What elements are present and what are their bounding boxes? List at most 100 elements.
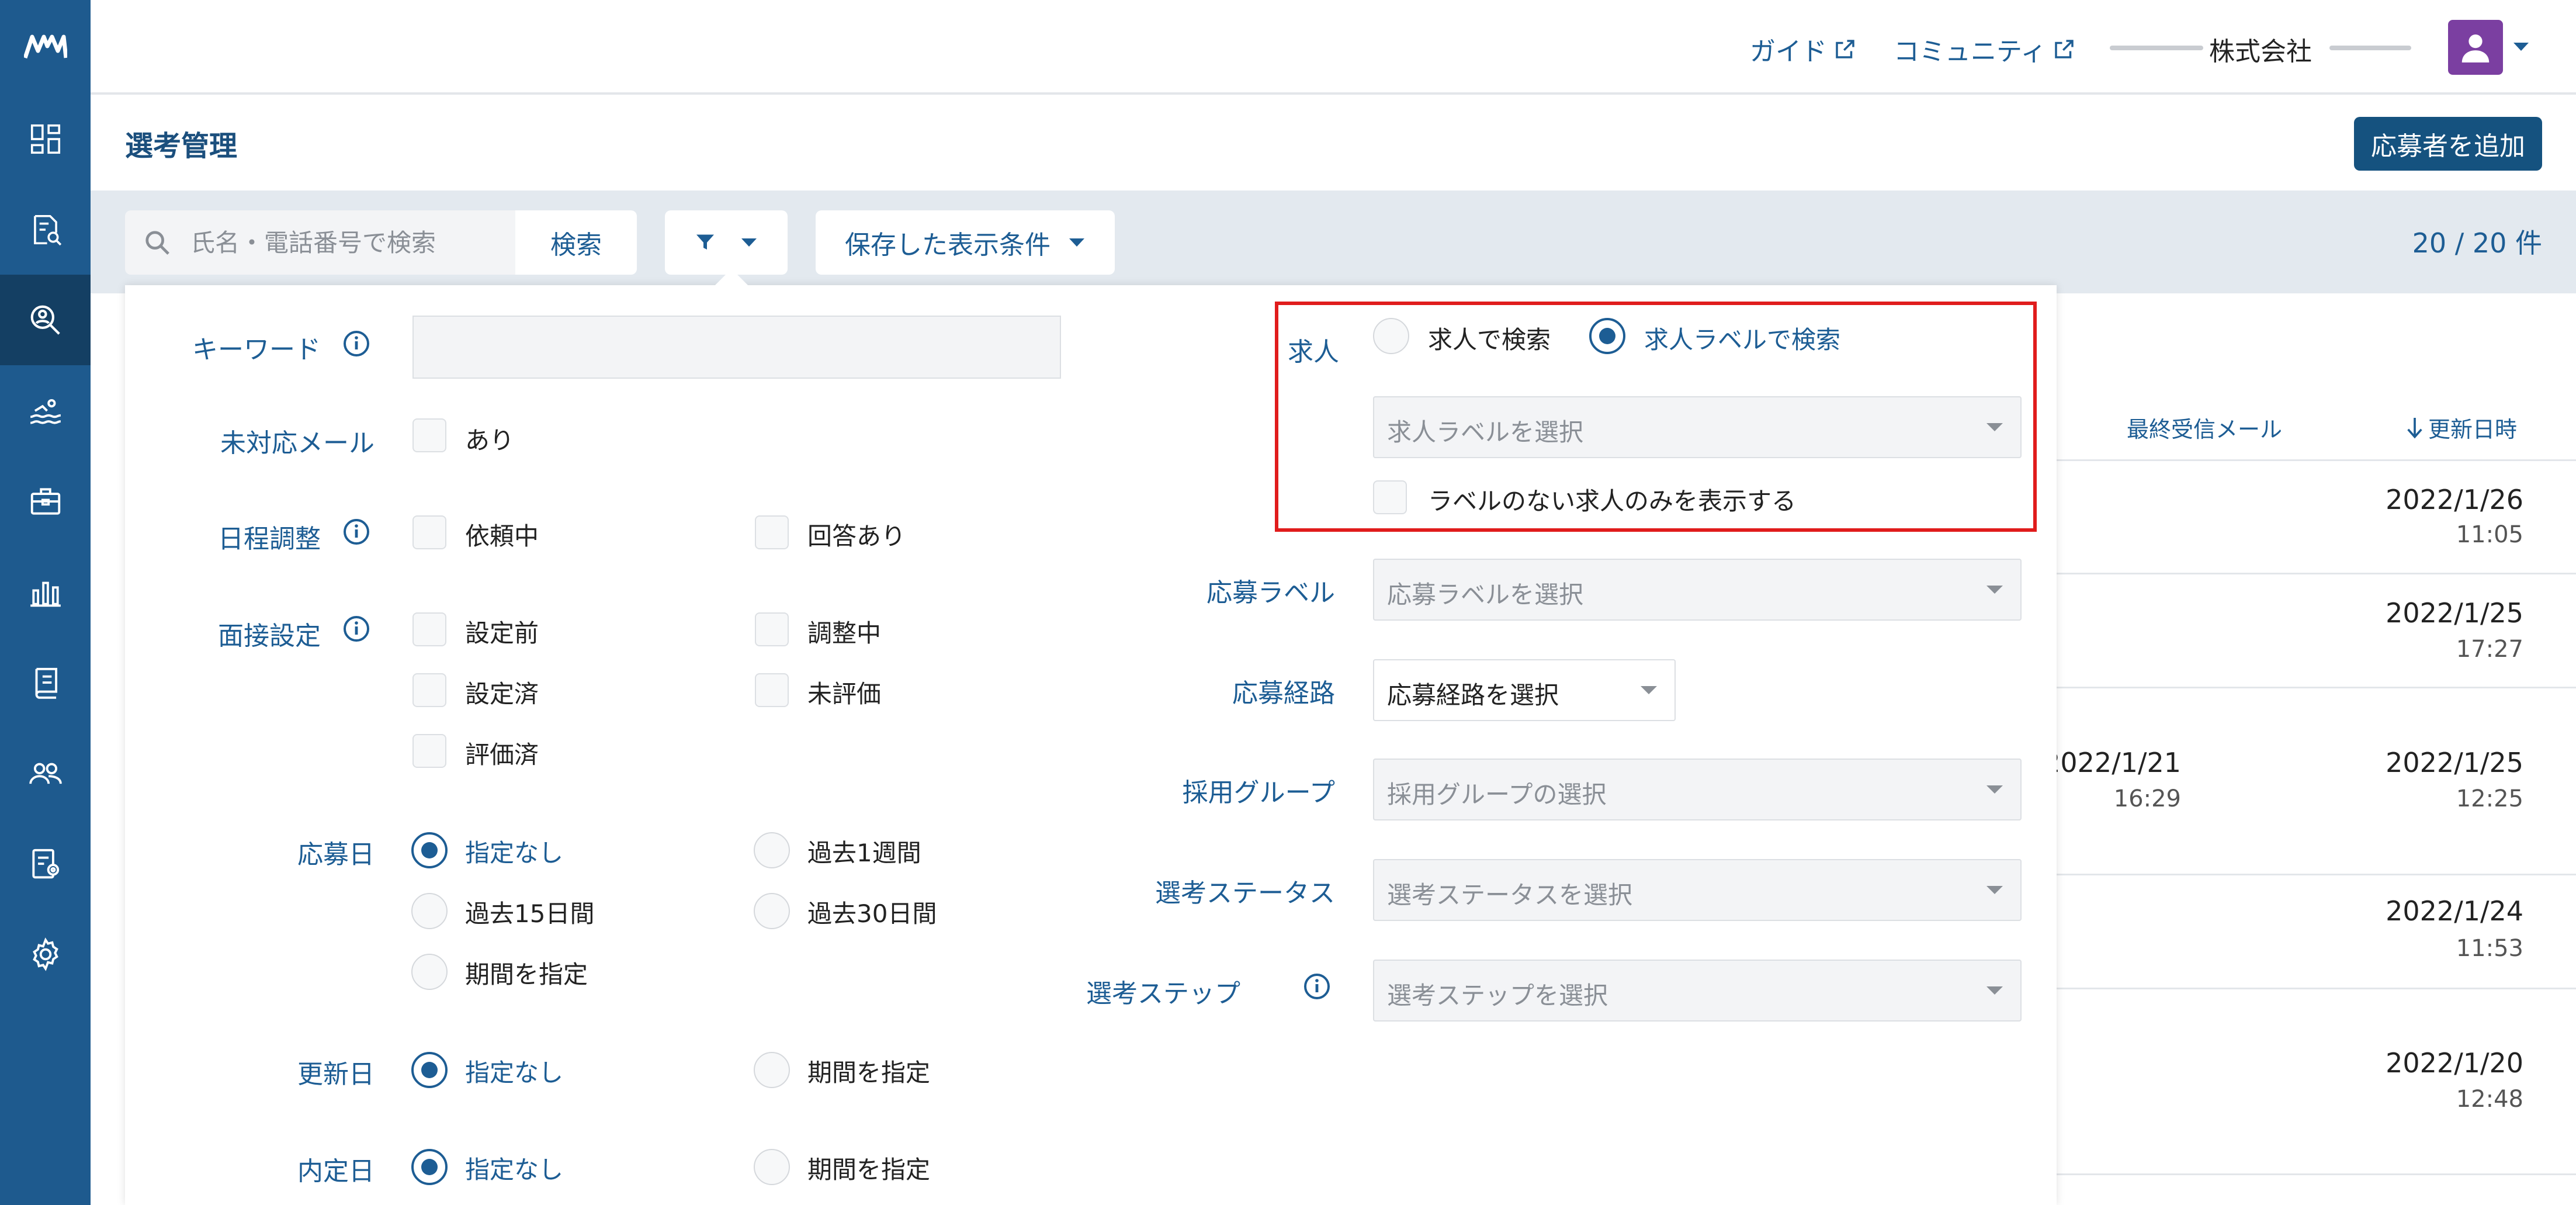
application-label-label: 応募ラベル [1206,578,1335,608]
select-placeholder: 応募ラベルを選択 [1387,580,1584,609]
application-label-select[interactable]: 応募ラベルを選択 [1373,559,2022,621]
applied-range-radio[interactable] [411,954,448,990]
updated-time: 11:05 [2456,521,2523,548]
hiring-group-select[interactable]: 採用グループの選択 [1373,759,2022,820]
search-box [125,210,515,275]
caret-down-icon [1986,886,2003,894]
application-route-label: 応募経路 [1232,678,1335,708]
document-settings-icon[interactable] [0,818,91,909]
row-divider [2057,1173,2576,1175]
panel-pointer [708,269,755,292]
unhandled-mail-label: 未対応メール [220,428,375,458]
offer-none-radio[interactable] [411,1149,448,1185]
keyword-input[interactable] [412,316,1061,379]
user-icon [2461,34,2490,63]
option-label: 指定なし [465,839,564,867]
option-label: 期間を指定 [807,1058,931,1087]
option-label: 過去15日間 [465,899,595,928]
schedule-requested-checkbox[interactable] [412,515,446,549]
filter-icon [696,234,714,250]
book-icon[interactable] [0,637,91,728]
chevron-down-icon [1069,238,1084,247]
result-count: 20 / 20 件 [2412,227,2542,259]
applied-date-label: 応募日 [297,840,375,870]
updated-time: 17:27 [2456,636,2523,663]
option-label: 過去30日間 [807,899,937,928]
caret-down-icon [1986,986,2003,995]
company-name: 株式会社 [2209,37,2312,67]
option-label: 設定済 [465,680,539,708]
search-icon [145,231,169,255]
info-icon[interactable] [1303,972,1331,1000]
info-icon[interactable] [342,518,370,546]
applied-30days-radio[interactable] [754,893,790,929]
bar-chart-icon[interactable] [0,546,91,637]
external-link-icon [2055,40,2074,58]
search-input[interactable] [189,224,507,261]
search-button[interactable]: 検索 [515,210,637,275]
logo[interactable] [0,0,91,94]
updated-date-label: 更新日 [297,1059,375,1089]
option-label: 指定なし [465,1155,564,1184]
chevron-down-icon[interactable] [2512,41,2530,55]
schedule-answered-checkbox[interactable] [755,515,789,549]
blurred-text [2110,46,2203,50]
interview-before-checkbox[interactable] [412,612,446,646]
caret-down-icon [1986,785,2003,794]
info-icon[interactable] [342,615,370,643]
row-divider [2057,573,2576,574]
option-label: 回答あり [807,522,906,550]
row-divider [2057,687,2576,688]
header-last-received-mail[interactable]: 最終受信メール [2127,411,2282,444]
add-applicant-button[interactable]: 応募者を追加 [2354,117,2542,171]
gear-icon[interactable] [0,909,91,999]
schedule-label: 日程調整 [218,524,321,554]
option-label: 期間を指定 [807,1155,931,1184]
guide-label: ガイド [1750,37,1827,67]
offer-range-radio[interactable] [754,1149,790,1185]
row-divider [2057,874,2576,875]
interview-evaluated-checkbox[interactable] [412,734,446,768]
interview-unevaluated-checkbox[interactable] [755,673,789,707]
sidebar [0,0,91,1205]
updated-range-radio[interactable] [754,1052,790,1088]
unhandled-mail-checkbox[interactable] [412,418,446,452]
updated-time: 11:53 [2456,935,2523,962]
updated-date: 2022/1/24 [2386,895,2523,927]
saved-conditions-label: 保存した表示条件 [845,230,1050,260]
offer-date-label: 内定日 [297,1156,375,1186]
interview-set-checkbox[interactable] [412,673,446,707]
briefcase-icon[interactable] [0,456,91,546]
application-route-select[interactable]: 応募経路を選択 [1373,659,1676,721]
arrow-down-icon [2407,417,2422,438]
interview-adjusting-checkbox[interactable] [755,612,789,646]
saved-conditions-dropdown[interactable]: 保存した表示条件 [816,210,1115,275]
applied-1week-radio[interactable] [754,832,790,868]
avatar[interactable] [2448,20,2503,75]
selection-step-select[interactable]: 選考ステップを選択 [1373,960,2022,1022]
selection-step-label: 選考ステップ [1086,979,1240,1009]
header-updated-at[interactable]: 更新日時 [2405,411,2517,444]
chevron-down-icon [741,238,757,247]
applied-none-radio[interactable] [411,832,448,868]
row-divider [2057,459,2576,461]
document-search-icon[interactable] [0,184,91,275]
updated-none-radio[interactable] [411,1052,448,1088]
selection-status-select[interactable]: 選考ステータスを選択 [1373,859,2022,921]
updated-at-label: 更新日時 [2428,417,2518,442]
info-icon[interactable] [342,330,370,358]
candidate-search-icon[interactable] [0,275,91,365]
page-title: 選考管理 [125,130,238,162]
community-link[interactable]: コミュニティ [1894,30,2076,68]
applied-15days-radio[interactable] [411,893,448,929]
mail-time: 16:29 [2113,785,2181,812]
updated-date: 2022/1/26 [2386,484,2523,515]
users-icon[interactable] [0,728,91,818]
dashboard-icon[interactable] [0,94,91,184]
updated-date: 2022/1/25 [2386,597,2523,629]
top-bar: ガイド コミュニティ 株式会社 [91,0,2576,95]
row-divider [2057,988,2576,989]
guide-link[interactable]: ガイド [1750,30,1857,68]
swimmer-icon[interactable] [0,365,91,456]
filter-toggle-button[interactable] [665,210,788,275]
